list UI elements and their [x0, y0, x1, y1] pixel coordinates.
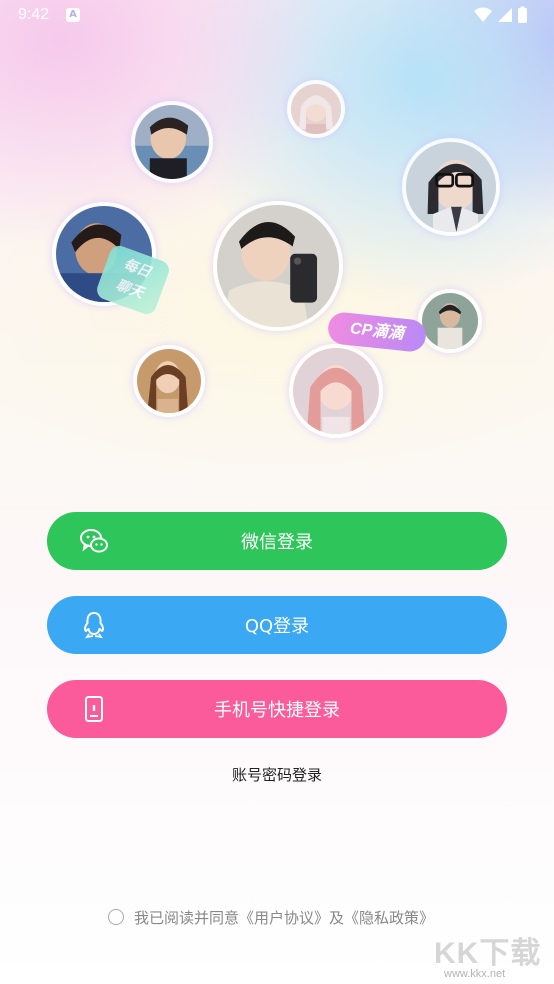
- avatar-bubble[interactable]: [418, 289, 482, 353]
- phone-login-label: 手机号快捷登录: [214, 700, 340, 721]
- watermark: KK下载 www.kkx.net: [434, 928, 550, 982]
- phone-login-button[interactable]: 手机号快捷登录: [47, 680, 507, 738]
- account-password-login-link[interactable]: 账号密码登录: [0, 764, 554, 785]
- user-agreement-link[interactable]: 《用户协议》: [239, 907, 329, 928]
- status-time: 9:42: [18, 6, 50, 23]
- signal-icon: [498, 8, 512, 22]
- wechat-login-button[interactable]: 微信登录: [47, 512, 507, 570]
- agreement-prefix: 我已阅读并同意: [134, 908, 240, 927]
- watermark-text: KK下载: [434, 937, 542, 970]
- notification-indicator: A: [66, 8, 80, 22]
- qq-login-button[interactable]: QQ登录: [47, 596, 507, 654]
- status-bar: 9:42 A: [0, 0, 554, 32]
- avatar-bubble[interactable]: [131, 101, 213, 183]
- battery-icon: [518, 8, 527, 23]
- qq-icon: [83, 611, 105, 639]
- avatar-bubble[interactable]: [402, 138, 500, 236]
- agreement-and: 及: [329, 908, 345, 927]
- wechat-icon: [80, 529, 108, 553]
- avatar-bubble[interactable]: [133, 345, 205, 417]
- agreement-row: 我已阅读并同意 《用户协议》 及 《隐私政策》: [108, 906, 434, 928]
- wechat-login-label: 微信登录: [241, 532, 313, 553]
- avatar-bubble[interactable]: [213, 201, 343, 331]
- phone-icon: [85, 696, 103, 722]
- avatar-bubble[interactable]: [287, 80, 345, 138]
- privacy-policy-link[interactable]: 《隐私政策》: [344, 907, 434, 928]
- wifi-icon: [474, 7, 492, 22]
- status-icons: [474, 6, 527, 23]
- qq-login-label: QQ登录: [244, 616, 310, 637]
- avatar-bubble[interactable]: [289, 344, 383, 438]
- agreement-checkbox[interactable]: [108, 909, 124, 925]
